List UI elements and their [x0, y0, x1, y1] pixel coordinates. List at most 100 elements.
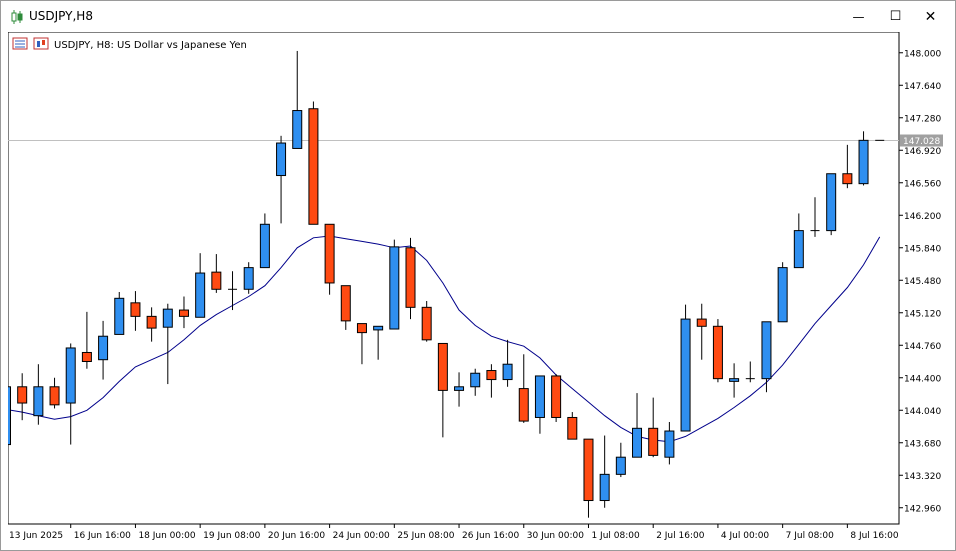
candle-body-bear — [324, 223, 335, 284]
candle-body-bull — [276, 142, 287, 177]
candle-body-bear — [842, 173, 853, 185]
x-tick-label: 7 Jul 08:00 — [786, 531, 835, 541]
candle-body-bear — [146, 315, 157, 329]
y-tick-label: 145.120 — [904, 309, 941, 319]
time-axis: 13 Jun 2025 16 Jun 16:00 18 Jun 00:00 19 Ju… — [5, 524, 899, 541]
candle-body-bear — [696, 318, 707, 327]
candle-body-bull — [389, 246, 400, 330]
candle-body-bull — [632, 427, 643, 458]
candle-body-bear — [340, 285, 351, 322]
candle-body-bull — [664, 430, 675, 458]
candle — [405, 237, 416, 320]
candle-body-bear — [17, 386, 28, 404]
minimize-button[interactable]: — — [841, 1, 876, 32]
x-tick-label: 19 Jun 08:00 — [203, 531, 260, 541]
price-axis: 148.000 147.640 147.280 146.920 146.560 146.2… — [899, 49, 943, 514]
y-tick-label: 144.760 — [904, 342, 941, 352]
y-tick-label: 142.960 — [904, 504, 941, 514]
x-tick-label: 18 Jun 00:00 — [138, 531, 195, 541]
candle — [777, 262, 788, 323]
x-tick-label: 25 Jun 08:00 — [397, 531, 454, 541]
candle-body-bear — [356, 323, 367, 334]
y-tick-label: 146.920 — [904, 147, 941, 157]
candle-body-bull — [470, 372, 481, 388]
x-tick-label: 4 Jul 00:00 — [721, 531, 770, 541]
candle — [308, 101, 319, 225]
candle-body-bull — [502, 363, 513, 381]
candle — [551, 374, 562, 422]
y-tick-label: 145.480 — [904, 277, 941, 287]
candlestick-chart[interactable]: USDJPY, H8: US Dollar vs Japanese Yen 14… — [1, 31, 949, 544]
candle-body-bull — [33, 386, 44, 417]
candle-body-bull — [680, 318, 691, 432]
current-price-label: 147.028 — [903, 137, 940, 147]
x-tick-label: 8 Jul 16:00 — [850, 531, 899, 541]
candle-body-bear — [211, 271, 222, 290]
candle — [826, 173, 837, 236]
candle-body-bear — [567, 416, 578, 440]
x-tick-label: 30 Jun 00:00 — [527, 531, 584, 541]
candle-body-bull — [292, 110, 303, 149]
candle-body-bull — [195, 272, 206, 318]
x-tick-label: 2 Jul 16:00 — [656, 531, 705, 541]
window-title: USDJPY,H8 — [29, 9, 93, 23]
y-tick-label: 147.640 — [904, 82, 941, 92]
candle-body-bear — [81, 351, 92, 363]
x-tick-label: 20 Jun 16:00 — [268, 531, 325, 541]
candle-body-bear — [130, 302, 141, 317]
candle-body-bull — [243, 267, 254, 290]
candle-body-bear — [437, 342, 448, 391]
title-bar[interactable]: USDJPY,H8 — ☐ ✕ — [1, 1, 955, 32]
x-tick-label: 13 Jun 2025 — [9, 531, 63, 541]
candle-body-bull — [761, 321, 772, 380]
maximize-icon: ☐ — [889, 9, 902, 24]
candle-body-bull — [1, 386, 11, 446]
candle-body-bear — [308, 108, 319, 225]
candle — [1, 386, 11, 446]
candle-body-bear — [518, 388, 529, 422]
candle-body-bull — [65, 347, 76, 404]
minimize-icon: — — [852, 9, 865, 24]
candle-body-bull — [729, 378, 740, 382]
y-tick-label: 148.000 — [904, 49, 941, 59]
candle-body-bull — [615, 456, 626, 475]
close-button[interactable]: ✕ — [913, 1, 948, 32]
candle — [389, 239, 400, 330]
y-tick-label: 144.040 — [904, 407, 941, 417]
chart-window: USDJPY,H8 — ☐ ✕ USDJPY, H8: US Dollar vs… — [0, 0, 956, 551]
candle-body-bull — [162, 308, 173, 328]
candle-body-bull — [373, 325, 384, 331]
chart-type-icon — [33, 37, 49, 50]
x-tick-label: 1 Jul 08:00 — [591, 531, 640, 541]
candle-body-bull — [858, 139, 869, 185]
candle-body-bull — [599, 473, 610, 502]
candle-body-bull — [454, 386, 465, 391]
candle-body-bear — [178, 309, 189, 317]
candle-body-bull — [777, 267, 788, 323]
candle-body-bear — [648, 427, 659, 456]
candle-body-bear — [421, 306, 432, 341]
plot-frame — [7, 31, 900, 525]
candle-body-bull — [98, 335, 109, 361]
y-tick-label: 144.400 — [904, 374, 941, 384]
chart-header-text: USDJPY, H8: US Dollar vs Japanese Yen — [54, 40, 247, 51]
x-tick-label: 26 Jun 16:00 — [462, 531, 519, 541]
candle — [114, 291, 125, 335]
candle-body-bear — [551, 375, 562, 418]
y-tick-label: 145.840 — [904, 244, 941, 254]
y-tick-label: 146.200 — [904, 212, 941, 222]
candle-body-bull — [114, 297, 125, 335]
y-tick-label: 143.680 — [904, 439, 941, 449]
candle — [680, 304, 691, 432]
x-tick-label: 24 Jun 00:00 — [333, 531, 390, 541]
candle-body-bull — [793, 230, 804, 269]
close-icon: ✕ — [924, 8, 937, 25]
chart-area[interactable]: USDJPY, H8: US Dollar vs Japanese Yen 14… — [1, 31, 949, 544]
candle-body-bull — [259, 223, 270, 269]
candle-body-bear — [49, 386, 60, 406]
list-icon — [12, 37, 28, 50]
maximize-button[interactable]: ☐ — [878, 1, 913, 32]
candle-body-bear — [583, 438, 594, 502]
candle-body-bear — [405, 247, 416, 308]
candle — [712, 319, 723, 383]
